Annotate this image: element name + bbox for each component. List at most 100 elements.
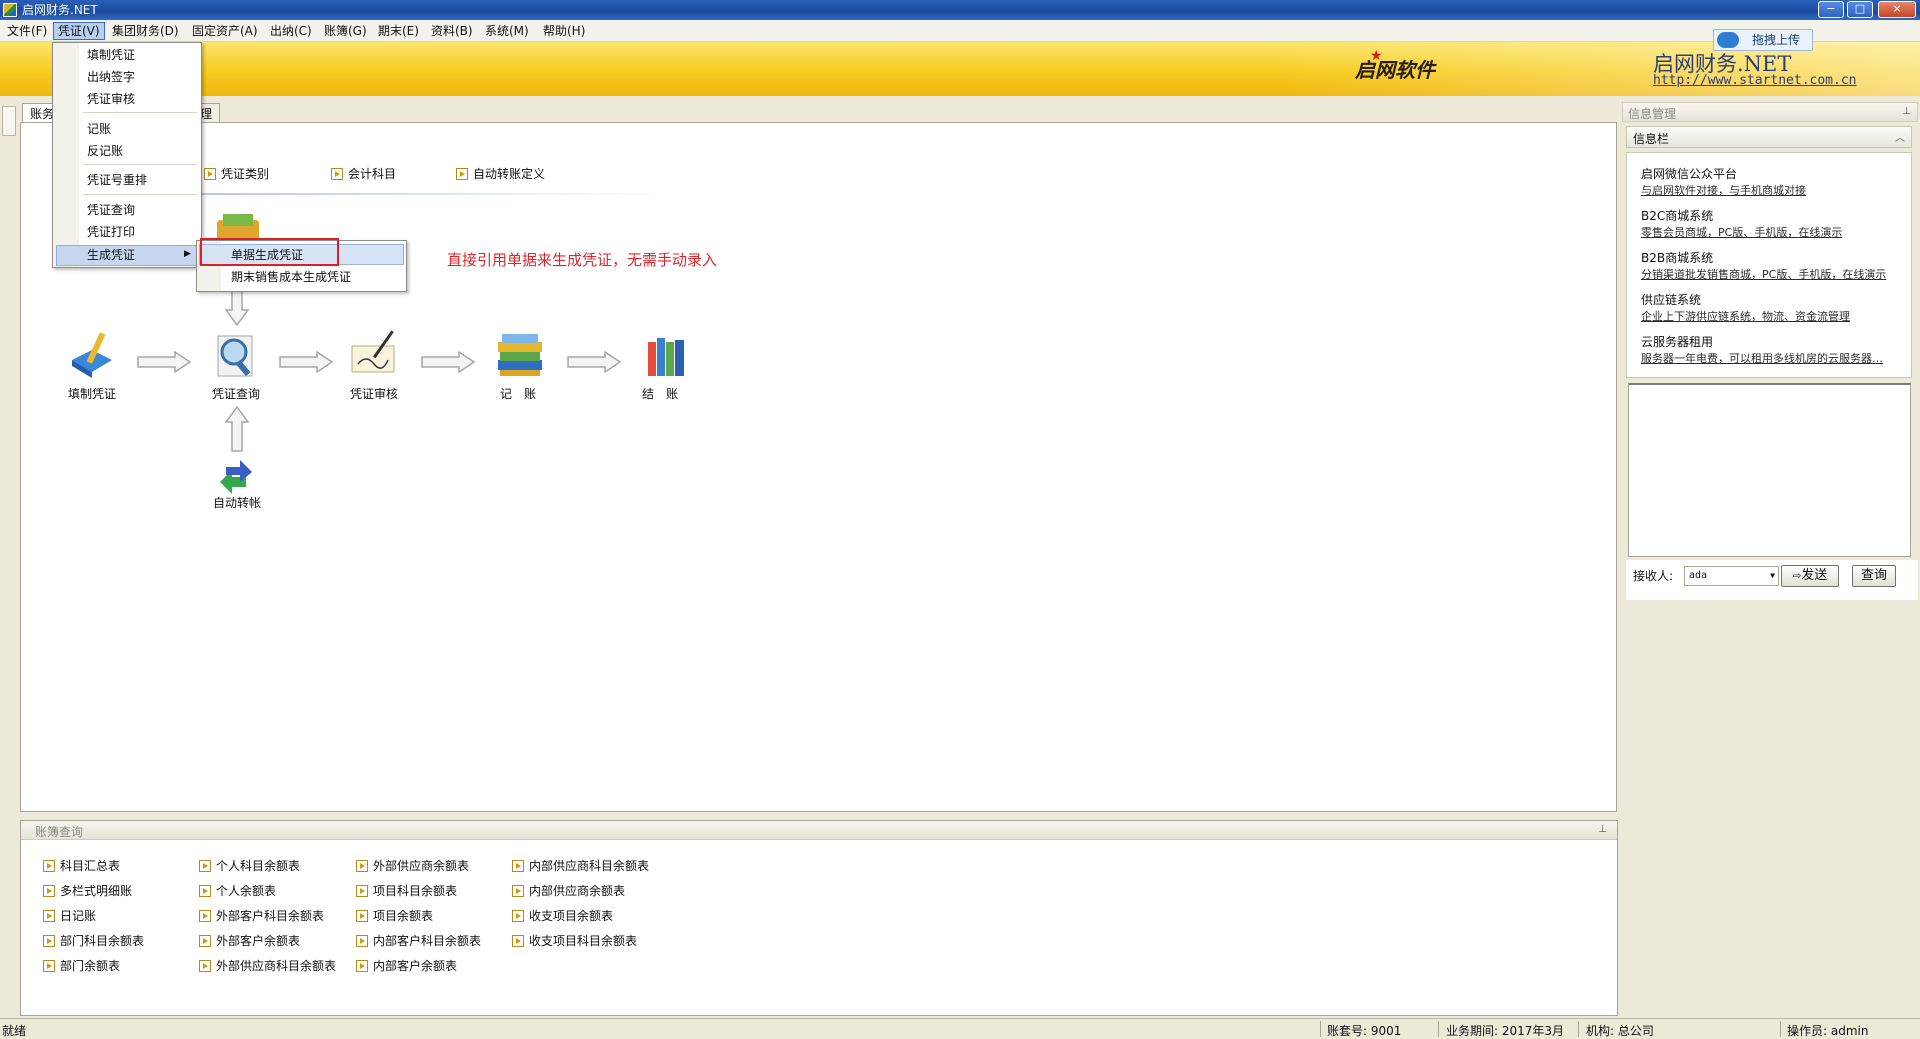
menu-item-renumber[interactable]: 凭证号重排 xyxy=(87,170,147,190)
cloud-upload-icon xyxy=(1717,32,1739,48)
arrow-box-icon xyxy=(512,860,524,872)
menu-item-fill-voucher[interactable]: 填制凭证 xyxy=(87,45,135,65)
menu-ledger[interactable]: 账簿(G) xyxy=(320,22,371,40)
quicklink-voucher-category[interactable]: 凭证类别 xyxy=(204,165,269,182)
ledger-link[interactable]: 外部客户余额表 xyxy=(199,932,300,949)
quicklink-auto-transfer-definition[interactable]: 自动转账定义 xyxy=(456,165,545,182)
status-period: 业务期间: 2017年3月 xyxy=(1446,1024,1565,1038)
send-button[interactable]: ⇨发送 xyxy=(1781,565,1839,587)
info-item-title[interactable]: B2B商城系统 xyxy=(1641,249,1713,266)
pin-icon[interactable]: ⊥ xyxy=(1902,106,1911,117)
query-voucher-icon[interactable] xyxy=(210,330,262,380)
info-item-title[interactable]: 供应链系统 xyxy=(1641,291,1701,308)
menu-item-print-voucher[interactable]: 凭证打印 xyxy=(87,222,135,242)
menu-help[interactable]: 帮助(H) xyxy=(539,22,589,40)
ledger-link[interactable]: 个人科目余额表 xyxy=(199,857,300,874)
info-item-link[interactable]: 服务器一年电费，可以租用多线机房的云服务器… xyxy=(1641,350,1909,366)
info-item-link[interactable]: 零售会员商城，PC版、手机版，在线演示 xyxy=(1641,224,1909,240)
arrow-box-icon xyxy=(356,910,368,922)
arrow-box-icon xyxy=(512,910,524,922)
post-ledger-icon[interactable] xyxy=(494,330,546,380)
submenu-arrow-icon: ▶ xyxy=(184,249,191,259)
fill-voucher-icon[interactable] xyxy=(66,330,118,380)
info-item-title[interactable]: B2C商城系统 xyxy=(1641,207,1713,224)
arrow-box-icon xyxy=(43,960,55,972)
close-books-icon[interactable] xyxy=(640,332,692,382)
ledger-link[interactable]: 部门科目余额表 xyxy=(43,932,144,949)
status-operator: 操作员: admin xyxy=(1787,1024,1869,1038)
ledger-link[interactable]: 外部供应商科目余额表 xyxy=(199,957,336,974)
info-item-link[interactable]: 分销渠道批发销售商城，PC版、手机版，在线演示 xyxy=(1641,266,1909,282)
right-arrow-icon xyxy=(567,351,621,373)
up-arrow-icon xyxy=(225,406,249,452)
ledger-link[interactable]: 科目汇总表 xyxy=(43,857,120,874)
submenu-item-cost-of-sales-voucher[interactable]: 期末销售成本生成凭证 xyxy=(231,267,351,287)
arrow-box-icon xyxy=(356,960,368,972)
audit-voucher-icon[interactable] xyxy=(348,326,400,376)
info-item-link[interactable]: 与启网软件对接，与手机商城对接 xyxy=(1641,182,1909,198)
menu-fixed-assets[interactable]: 固定资产(A) xyxy=(188,22,262,40)
menu-separator xyxy=(83,194,197,195)
drag-upload-button[interactable]: 拖拽上传 xyxy=(1713,29,1813,51)
message-input-area[interactable] xyxy=(1628,383,1911,557)
info-item-title[interactable]: 启网微信公众平台 xyxy=(1641,165,1737,182)
ledger-query-header: 账簿查询 ⊥ xyxy=(21,821,1617,840)
ledger-link[interactable]: 内部供应商余额表 xyxy=(512,882,625,899)
status-organization: 机构: 总公司 xyxy=(1586,1024,1654,1038)
ledger-link[interactable]: 部门余额表 xyxy=(43,957,120,974)
close-button[interactable]: × xyxy=(1878,1,1916,18)
menu-cashier[interactable]: 出纳(C) xyxy=(266,22,316,40)
status-bar: 就绪 账套号: 9001 业务期间: 2017年3月 机构: 总公司 操作员: … xyxy=(0,1018,1920,1039)
maximize-button[interactable]: □ xyxy=(1847,1,1873,18)
ledger-link[interactable]: 项目科目余额表 xyxy=(356,882,457,899)
ledger-link[interactable]: 内部客户余额表 xyxy=(356,957,457,974)
menu-separator xyxy=(83,164,197,165)
menu-file[interactable]: 文件(F) xyxy=(3,22,51,40)
ledger-link[interactable]: 内部客户科目余额表 xyxy=(356,932,481,949)
menu-item-audit-voucher[interactable]: 凭证审核 xyxy=(87,89,135,109)
arrow-box-icon xyxy=(356,860,368,872)
info-item-title[interactable]: 云服务器租用 xyxy=(1641,333,1713,350)
menu-separator xyxy=(83,112,197,113)
menu-item-query-voucher[interactable]: 凭证查询 xyxy=(87,200,135,220)
menu-item-unpost[interactable]: 反记账 xyxy=(87,141,123,161)
menu-data[interactable]: 资料(B) xyxy=(427,22,477,40)
flow-label-auto-transfer: 自动转帐 xyxy=(213,496,262,510)
arrow-box-icon xyxy=(43,885,55,897)
ledger-link[interactable]: 收支项目余额表 xyxy=(512,907,613,924)
chevron-up-icon[interactable]: ︿ xyxy=(1895,129,1905,144)
arrow-box-icon xyxy=(512,935,524,947)
pin-icon[interactable]: ⊥ xyxy=(1598,824,1607,835)
query-button[interactable]: 查询 xyxy=(1852,565,1896,587)
auto-transfer-icon[interactable] xyxy=(216,458,256,496)
website-link[interactable]: http://www.startnet.com.cn xyxy=(1653,73,1857,88)
menu-group-finance[interactable]: 集团财务(D) xyxy=(108,22,183,40)
info-bar-header[interactable]: 信息栏 ︿ xyxy=(1626,126,1912,148)
ledger-link[interactable]: 外部客户科目余额表 xyxy=(199,907,324,924)
dock-handle[interactable] xyxy=(2,106,16,136)
ledger-link[interactable]: 外部供应商余额表 xyxy=(356,857,469,874)
info-item-link[interactable]: 企业上下游供应链系统，物流、资金流管理 xyxy=(1641,308,1909,324)
ledger-link[interactable]: 收支项目科目余额表 xyxy=(512,932,637,949)
menu-item-post[interactable]: 记账 xyxy=(87,119,111,139)
info-list: 启网微信公众平台 与启网软件对接，与手机商城对接 B2C商城系统 零售会员商城，PC版… xyxy=(1626,152,1912,378)
ledger-link[interactable]: 日记账 xyxy=(43,907,96,924)
menu-system[interactable]: 系统(M) xyxy=(481,22,533,40)
menu-item-generate-voucher[interactable]: 生成凭证 xyxy=(87,245,135,265)
quicklink-accounting-subjects[interactable]: 会计科目 xyxy=(331,165,396,182)
separator-line xyxy=(200,193,670,195)
ledger-link[interactable]: 个人余额表 xyxy=(199,882,276,899)
left-dock-strip xyxy=(0,102,18,1015)
ledger-link[interactable]: 多栏式明细账 xyxy=(43,882,132,899)
minimize-button[interactable]: − xyxy=(1818,1,1844,18)
status-account-set: 账套号: 9001 xyxy=(1327,1024,1402,1038)
info-management-title: 信息管理 xyxy=(1628,107,1677,121)
ledger-link[interactable]: 内部供应商科目余额表 xyxy=(512,857,649,874)
menu-item-cashier-sign[interactable]: 出纳签字 xyxy=(87,67,135,87)
ledger-link[interactable]: 项目余额表 xyxy=(356,907,433,924)
menu-voucher[interactable]: 凭证(V) xyxy=(53,22,105,40)
flow-label-post-ledger: 记 账 xyxy=(500,387,537,401)
recipient-select[interactable]: ada ▼ xyxy=(1684,566,1779,586)
menu-period-end[interactable]: 期末(E) xyxy=(374,22,423,40)
info-bar-title: 信息栏 xyxy=(1633,132,1670,146)
